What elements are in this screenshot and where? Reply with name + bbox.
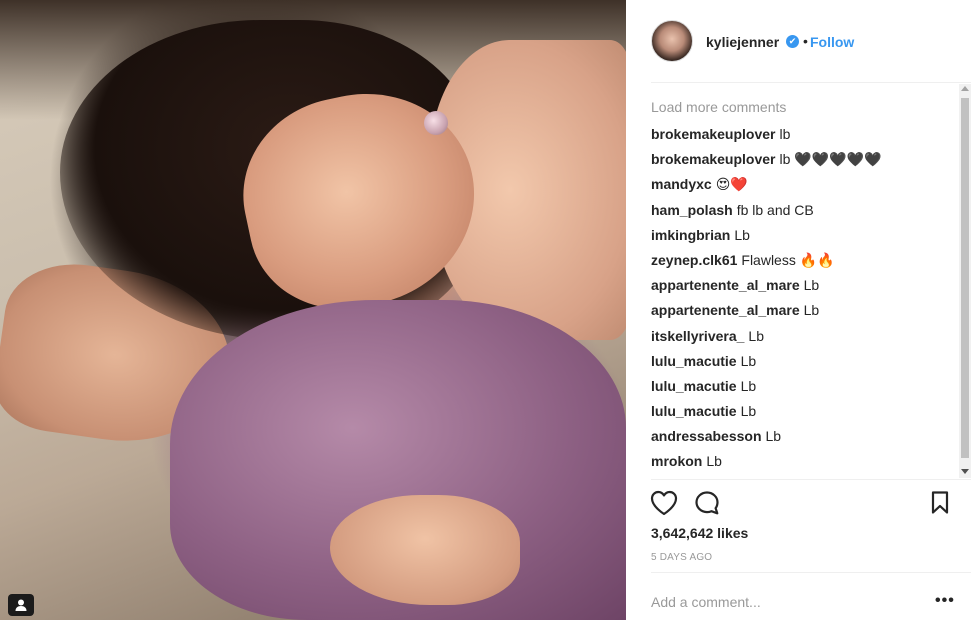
comment-username[interactable]: lulu_macutie bbox=[651, 353, 737, 369]
comment-item: brokemakeuplover lb 🖤🖤🖤🖤🖤 bbox=[651, 147, 951, 172]
scrollbar-thumb[interactable] bbox=[961, 98, 969, 458]
header-separator: • bbox=[803, 33, 808, 49]
load-more-comments-link[interactable]: Load more comments bbox=[651, 96, 951, 120]
comment-username[interactable]: lulu_macutie bbox=[651, 403, 737, 419]
comments-scrollbar[interactable] bbox=[959, 84, 971, 478]
header-divider bbox=[651, 82, 971, 83]
comment-text: Lb bbox=[748, 327, 764, 344]
photo-earring bbox=[424, 111, 448, 135]
comment-item: mandyxc 😍❤️ bbox=[651, 172, 951, 197]
scroll-up-arrow-icon[interactable] bbox=[961, 86, 969, 91]
comment-username[interactable]: lulu_macutie bbox=[651, 378, 737, 394]
verified-badge-icon: ✔ bbox=[786, 35, 799, 48]
comment-username[interactable]: imkingbrian bbox=[651, 227, 730, 243]
comment-text: Lb bbox=[706, 453, 722, 470]
comment-username[interactable]: ham_polash bbox=[651, 202, 733, 218]
avatar[interactable] bbox=[651, 20, 693, 62]
comment-text: Lb bbox=[803, 277, 820, 294]
comment-item: andressabesson Lb bbox=[651, 424, 951, 449]
comment-item: brokemakeuplover lb bbox=[651, 122, 951, 147]
comment-item: ham_polash fb lb and CB bbox=[651, 198, 951, 223]
comment-username[interactable]: itskellyrivera_ bbox=[651, 328, 744, 344]
post-header: kyliejenner ✔ • Follow bbox=[626, 0, 971, 82]
comment-item: appartenente_al_mare Lb bbox=[651, 273, 951, 298]
scroll-down-arrow-icon[interactable] bbox=[961, 469, 969, 474]
comment-username[interactable]: andressabesson bbox=[651, 428, 762, 444]
actions-divider bbox=[651, 479, 971, 480]
comment-text: lb bbox=[779, 126, 791, 142]
comment-username[interactable]: brokemakeuplover bbox=[651, 151, 776, 167]
comment-text: fb lb and CB bbox=[736, 201, 814, 218]
comment-item: lulu_macutie Lb bbox=[651, 374, 951, 399]
add-comment-input[interactable] bbox=[651, 592, 921, 612]
more-options-button[interactable]: ••• bbox=[935, 592, 955, 610]
post-timestamp[interactable]: 5 DAYS AGO bbox=[651, 552, 712, 563]
comment-username[interactable]: zeynep.clk61 bbox=[651, 252, 737, 268]
comment-text: Lb bbox=[803, 302, 820, 319]
comment-item: lulu_macutie Lb bbox=[651, 349, 951, 374]
post-username[interactable]: kyliejenner bbox=[706, 34, 779, 50]
comment-text: Lb bbox=[734, 226, 750, 243]
comment-username[interactable]: mandyxc bbox=[651, 176, 712, 192]
comment-username[interactable]: mrokon bbox=[651, 453, 702, 469]
heart-outline-icon[interactable] bbox=[650, 490, 678, 516]
comment-item: zeynep.clk61 Flawless 🔥🔥 bbox=[651, 248, 951, 273]
compose-divider bbox=[651, 572, 971, 573]
comments-list[interactable]: Load more comments brokemakeuplover lb br… bbox=[651, 96, 951, 480]
comment-text: Lb bbox=[740, 403, 757, 420]
bookmark-icon[interactable] bbox=[930, 490, 950, 516]
likes-count[interactable]: 3,642,642 likes bbox=[651, 525, 748, 541]
comment-item: lulu_macutie Lb bbox=[651, 399, 951, 424]
comment-username[interactable]: appartenente_al_mare bbox=[651, 302, 800, 318]
comment-item: mrokon Lb bbox=[651, 449, 951, 474]
speech-bubble-icon[interactable] bbox=[694, 490, 720, 516]
comment-username[interactable]: appartenente_al_mare bbox=[651, 277, 800, 293]
comment-username[interactable]: brokemakeuplover bbox=[651, 126, 776, 142]
comment-item: imkingbrian Lb bbox=[651, 223, 951, 248]
user-tag-icon[interactable] bbox=[8, 594, 34, 616]
comment-item: itskellyrivera_ Lb bbox=[651, 324, 951, 349]
comment-item: appartenente_al_mare Lb bbox=[651, 298, 951, 323]
comment-text: lb 🖤🖤🖤🖤🖤 bbox=[779, 151, 882, 168]
comment-text: 😍❤️ bbox=[715, 176, 748, 193]
follow-button[interactable]: Follow bbox=[810, 34, 854, 50]
post-photo[interactable] bbox=[0, 0, 626, 620]
comment-text: Lb bbox=[740, 352, 757, 369]
comment-text: Lb bbox=[740, 377, 757, 394]
post-side-panel: kyliejenner ✔ • Follow Load more comment… bbox=[626, 0, 971, 620]
comment-text: Flawless 🔥🔥 bbox=[741, 251, 835, 268]
comment-text: Lb bbox=[765, 428, 782, 445]
